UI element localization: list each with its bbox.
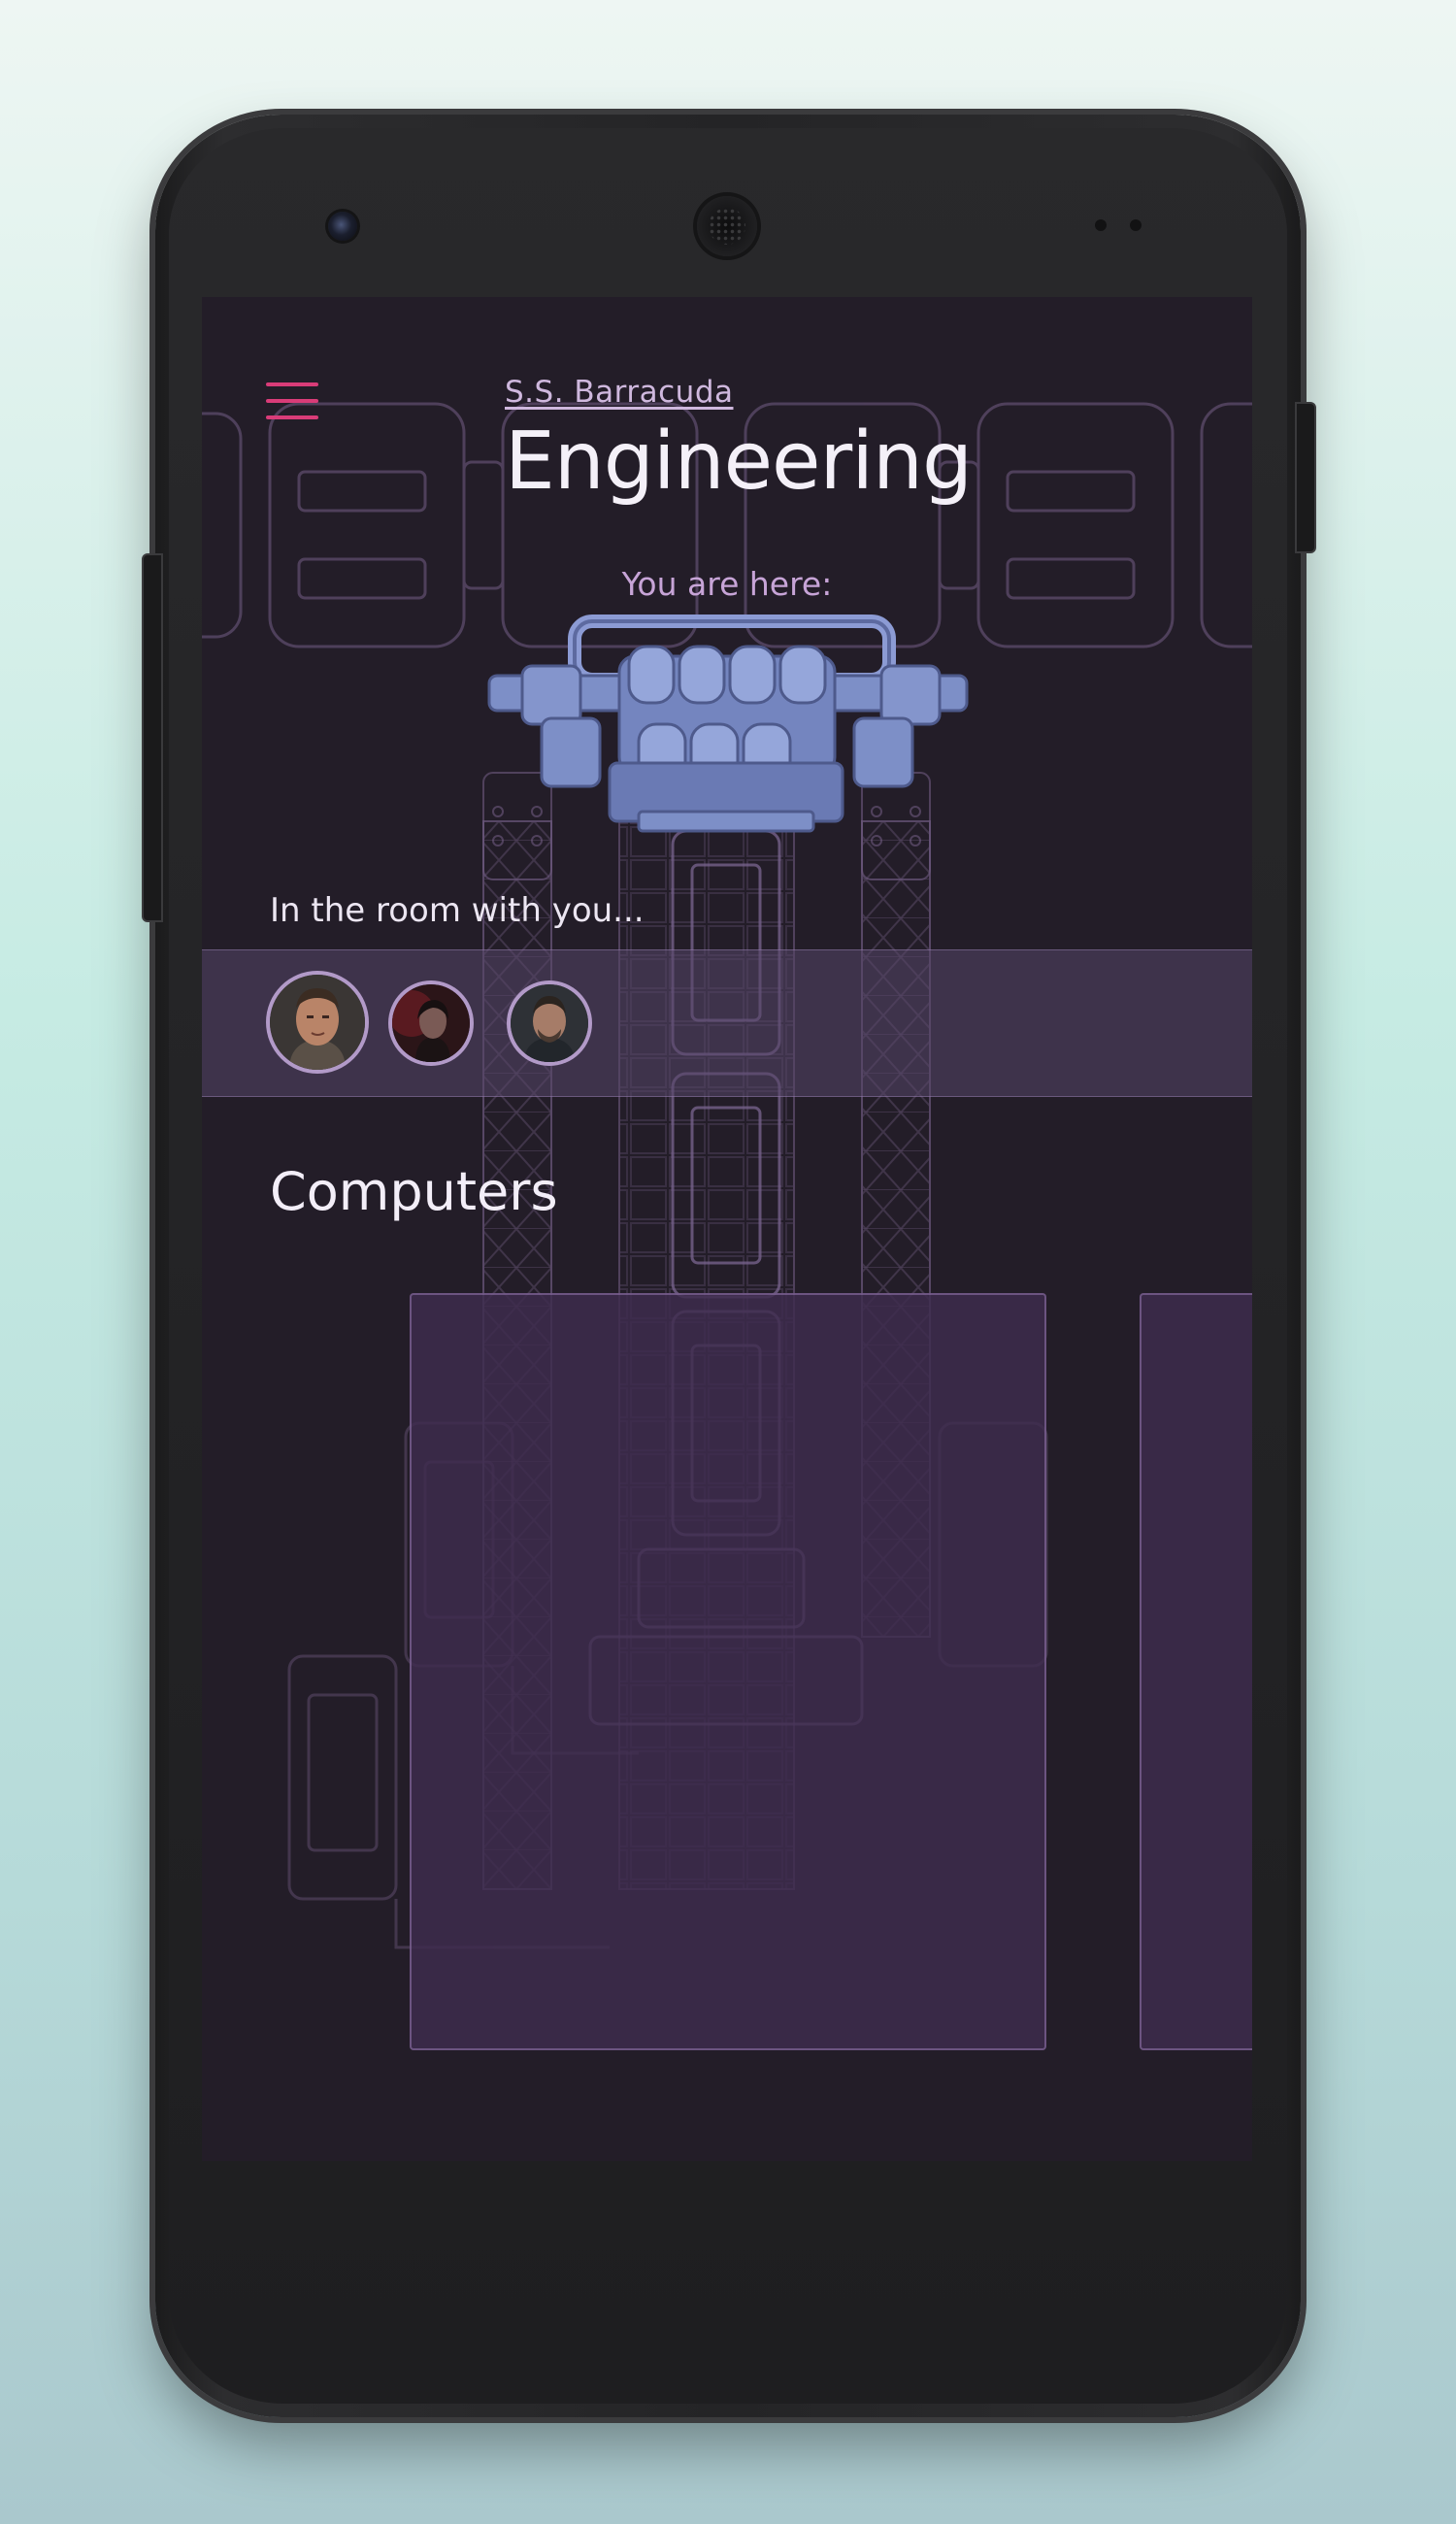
computer-card[interactable] <box>410 1293 1046 2050</box>
crew-portrait-icon <box>511 984 588 1062</box>
speaker-grille <box>697 196 757 256</box>
menu-button[interactable] <box>266 377 318 425</box>
menu-bar <box>266 382 318 386</box>
location-label: You are here: <box>621 565 833 603</box>
light-sensor <box>1130 219 1142 231</box>
menu-bar <box>266 415 318 419</box>
computers-heading: Computers <box>270 1161 558 1222</box>
power-button <box>1295 402 1316 553</box>
engineering-room-highlight <box>487 614 969 833</box>
computer-card[interactable] <box>1140 1293 1252 2050</box>
crew-avatar-1[interactable] <box>270 975 365 1070</box>
proximity-sensor <box>1095 219 1107 231</box>
crew-portrait-icon <box>270 975 365 1070</box>
ship-name-link[interactable]: S.S. Barracuda <box>505 375 734 410</box>
front-camera <box>328 212 357 241</box>
crew-portrait-icon <box>392 984 470 1062</box>
crew-section-label: In the room with you... <box>270 891 645 930</box>
app-screen: S.S. Barracuda Engineering You are here:… <box>202 297 1252 2161</box>
volume-button <box>142 553 163 922</box>
menu-bar <box>266 399 318 403</box>
crew-avatar-2[interactable] <box>392 984 470 1062</box>
crew-avatar-3[interactable] <box>511 984 588 1062</box>
page-title: Engineering <box>505 415 973 508</box>
